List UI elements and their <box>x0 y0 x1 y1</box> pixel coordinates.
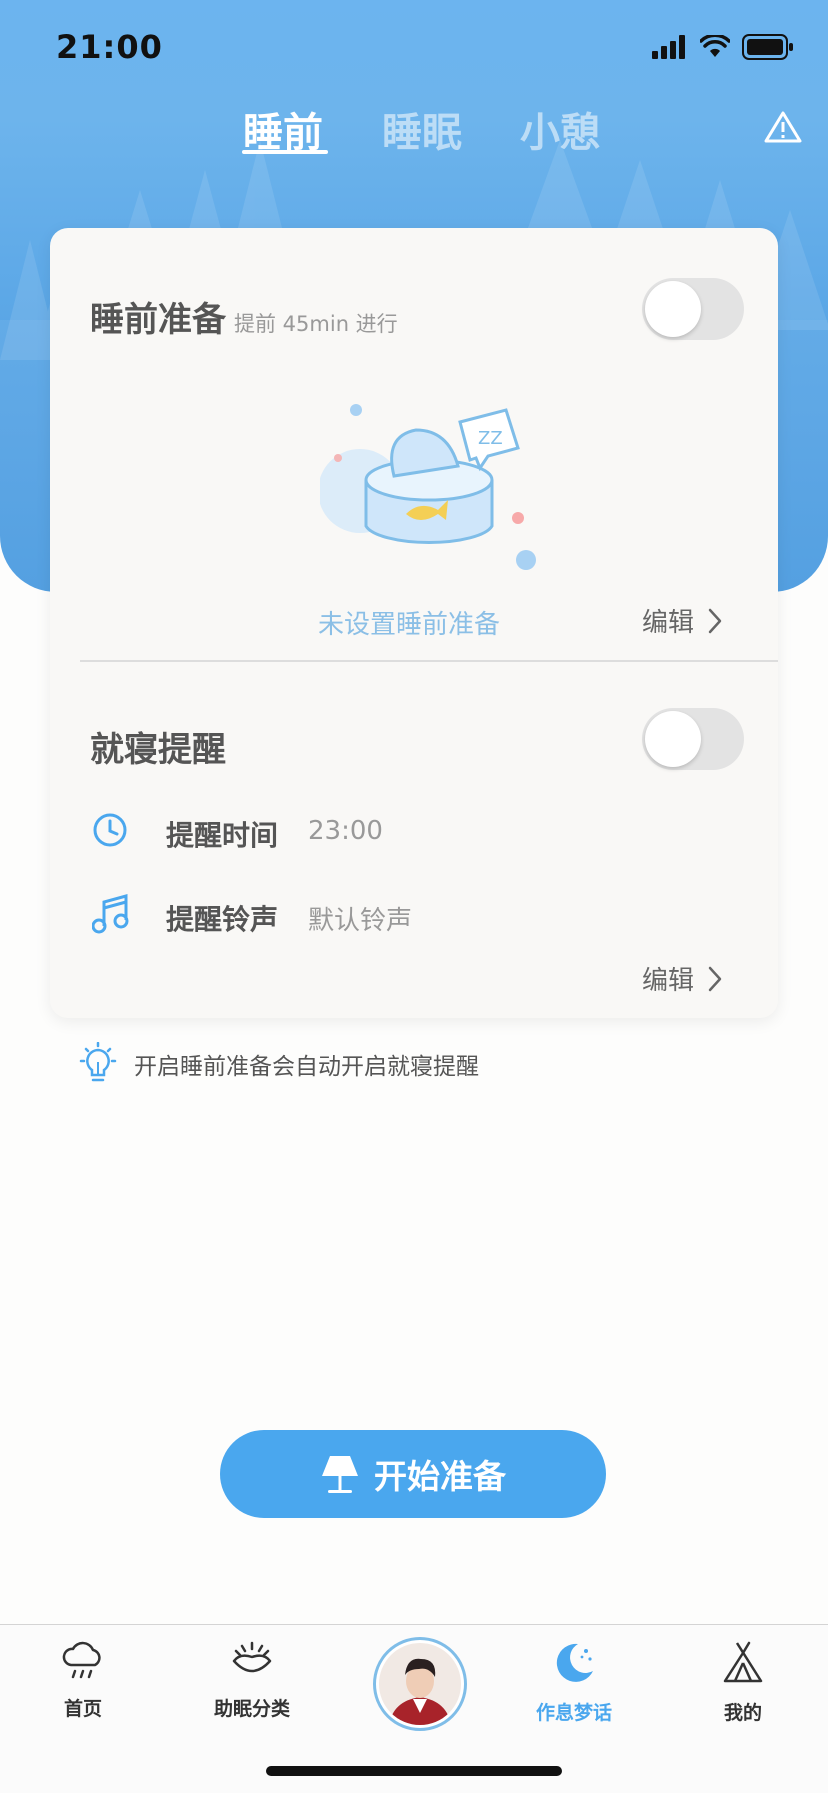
moon-icon <box>556 1643 593 1682</box>
bedtime-reminder-title: 就寝提醒 <box>90 730 226 770</box>
tab-nap[interactable]: 小憩 <box>520 100 600 158</box>
reminder-ringtone-value[interactable]: 默认铃声 <box>308 900 412 937</box>
pre-sleep-toggle[interactable] <box>642 278 744 340</box>
section-divider <box>80 660 778 662</box>
can-bubble-text: ZZ <box>478 428 503 449</box>
top-tabs: 睡前 睡眠 小憩 <box>0 100 828 160</box>
nav-avatar[interactable] <box>373 1637 467 1731</box>
bowl-icon <box>232 1641 272 1673</box>
edit-label: 编辑 <box>642 966 695 996</box>
nav-home[interactable]: 首页 <box>23 1641 143 1721</box>
pre-sleep-subtitle: 提前 45min 进行 <box>234 312 398 336</box>
clock-icon <box>93 813 127 847</box>
edit-label: 编辑 <box>642 608 695 638</box>
pre-sleep-edit-button[interactable]: 编辑 <box>642 602 722 639</box>
nav-sleep-aid[interactable]: 助眠分类 <box>192 1641 312 1721</box>
tip-row: 开启睡前准备会自动开启就寝提醒 <box>76 1042 479 1086</box>
chevron-right-icon <box>708 966 722 991</box>
empty-can-illustration: ZZ <box>320 404 536 570</box>
reminder-time-label: 提醒时间 <box>166 819 279 852</box>
tip-text: 开启睡前准备会自动开启就寝提醒 <box>134 1054 479 1080</box>
pre-sleep-empty-text: 未设置睡前准备 <box>318 610 501 640</box>
reminder-ringtone-label: 提醒铃声 <box>166 903 279 936</box>
pre-sleep-title: 睡前准备 提前 45min 进行 <box>90 292 398 341</box>
wifi-icon <box>700 35 730 57</box>
avatar <box>379 1643 461 1725</box>
tent-icon <box>723 1641 763 1683</box>
nav-profile-label: 我的 <box>723 1702 762 1724</box>
lamp-icon <box>322 1456 358 1493</box>
nav-home-label: 首页 <box>63 1698 102 1720</box>
status-time: 21:00 <box>56 28 163 66</box>
home-indicator <box>266 1766 562 1776</box>
lightbulb-icon <box>79 1042 117 1082</box>
active-tab-indicator <box>242 150 328 154</box>
avatar-image <box>379 1643 461 1725</box>
warning-triangle-icon[interactable] <box>764 110 802 144</box>
cloud-rain-icon <box>62 1641 101 1679</box>
bedtime-reminder-edit-button[interactable]: 编辑 <box>642 960 722 997</box>
nav-schedule-label: 作息梦话 <box>535 1702 612 1724</box>
status-icons <box>652 34 794 60</box>
start-button-label: 开始准备 <box>374 1458 506 1495</box>
bedtime-reminder-toggle[interactable] <box>642 708 744 770</box>
nav-schedule[interactable]: 作息梦话 <box>514 1641 634 1725</box>
start-preparation-button[interactable]: 开始准备 <box>220 1430 606 1518</box>
chevron-right-icon <box>708 608 722 633</box>
nav-sleep-aid-label: 助眠分类 <box>213 1698 290 1720</box>
tab-sleep[interactable]: 睡眠 <box>382 100 462 158</box>
music-note-icon <box>92 894 129 934</box>
reminder-time-value[interactable]: 23:00 <box>308 816 383 846</box>
nav-profile[interactable]: 我的 <box>683 1641 803 1725</box>
pre-sleep-title-text: 睡前准备 <box>90 300 226 340</box>
battery-icon <box>742 34 793 60</box>
cellular-signal-icon <box>652 35 685 59</box>
settings-card: 睡前准备 提前 45min 进行 ZZ 未设置睡前准备 编辑 就寝提醒 提醒时间 … <box>50 228 778 1018</box>
